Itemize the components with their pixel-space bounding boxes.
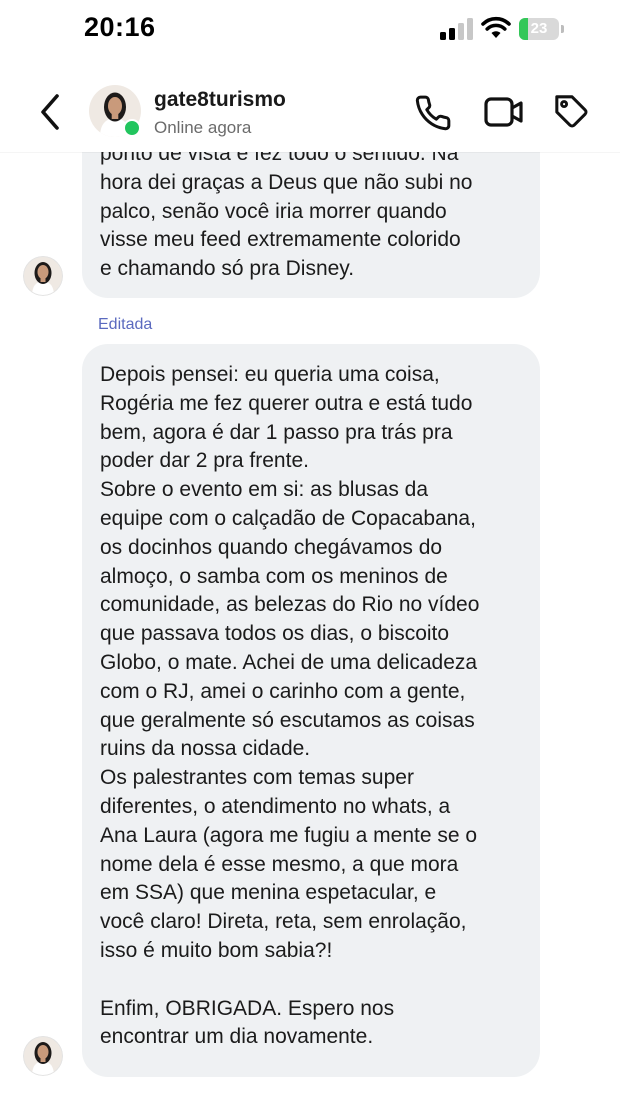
message-text-line: Rogéria me fez querer outra e está tudo — [100, 391, 473, 415]
phone-icon[interactable] — [414, 94, 452, 132]
message-text-line: e chamando só pra Disney. — [100, 257, 355, 281]
message-text-line: diferentes, o atendimento no whats, a — [100, 794, 451, 818]
message-text-line: encontrar um dia novamente. — [100, 1025, 374, 1049]
message-text-line: Globo, o mate. Achei de uma delicadeza — [100, 650, 478, 674]
message-text-line: poder dar 2 pra frente. — [100, 449, 309, 473]
message-text-line: ruins da nossa cidade. — [100, 737, 311, 761]
chat-header: gate8turismo Online agora — [0, 60, 620, 152]
sender-avatar[interactable] — [23, 1036, 63, 1076]
wifi-icon — [481, 16, 511, 38]
chevron-left-icon[interactable] — [36, 90, 68, 134]
message-text-line: Os palestrantes com temas super — [100, 766, 414, 790]
message-text-line: você claro! Direta, reta, sem enrolação, — [100, 910, 467, 934]
battery-body: 23 — [519, 18, 559, 40]
message-text-line: visse meu feed extremamente colorido — [100, 228, 461, 252]
contact-status: Online agora — [154, 118, 252, 137]
message-text-line: isso é muito bom sabia?! — [100, 938, 333, 962]
message-text-line: comunidade, as belezas do Rio no vídeo — [100, 593, 480, 617]
status-bar: 20:16 23 — [0, 0, 620, 60]
message-text-line: que passava todos os dias, o biscoito — [100, 622, 450, 646]
message-text-line: equipe com o calçadão de Copacabana, — [100, 506, 476, 530]
message-text-line: Sobre o evento em si: as blusas da — [100, 478, 429, 502]
message-text-line: Ana Laura (agora me fugiu a mente se o — [100, 823, 478, 847]
message-text-line: Depois pensei: eu queria uma coisa, — [100, 363, 440, 386]
tag-icon[interactable] — [553, 93, 591, 131]
message-text-line: em SSA) que menina espetacular, e — [100, 881, 437, 905]
message-text-line: que geralmente só escutamos as coisas — [100, 708, 475, 732]
message-text-line: os docinhos quando chegávamos do — [100, 535, 443, 559]
status-time: 20:16 — [84, 12, 156, 42]
message-bubble[interactable]: Depois pensei: eu queria uma coisa, Rogér… — [82, 344, 540, 1077]
chat-screen: 20:16 23 ponto de vista e fez todo o sen… — [0, 0, 620, 1112]
online-indicator — [123, 119, 141, 137]
message-text-line: almoço, o samba com os meninos de — [100, 564, 448, 588]
battery-cap — [561, 25, 564, 33]
message-text-line: com o RJ, amei o carinho com a gente, — [100, 679, 466, 703]
contact-name[interactable]: gate8turismo — [154, 88, 286, 112]
edited-label: Editada — [98, 316, 153, 333]
battery-level: 23 — [530, 20, 548, 37]
sender-avatar[interactable] — [23, 256, 63, 296]
cellular-signal-icon — [440, 18, 473, 40]
video-camera-icon[interactable] — [484, 94, 524, 130]
message-text-line: bem, agora é dar 1 passo pra trás pra — [100, 420, 453, 444]
message-text-line: palco, senão você iria morrer quando — [100, 199, 447, 223]
message-text-line: Enfim, OBRIGADA. Espero nos — [100, 996, 395, 1020]
battery-indicator: 23 — [519, 18, 565, 40]
message-text-line: hora dei graças a Deus que não subi no — [100, 170, 473, 194]
message-text-line: nome dela é esse mesmo, a que mora — [100, 852, 459, 876]
